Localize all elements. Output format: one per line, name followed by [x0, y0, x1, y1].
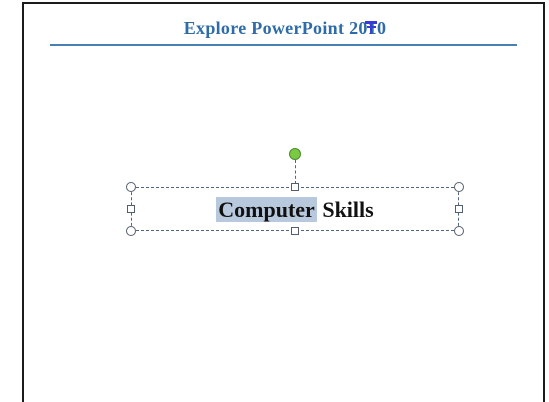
rotation-handle[interactable]: [289, 148, 301, 160]
text-insertion-cursor-icon: [365, 21, 377, 34]
rotation-handle-stem: [295, 160, 296, 184]
resize-handle-top-left[interactable]: [126, 182, 136, 192]
unselected-text[interactable]: Skills: [322, 197, 373, 222]
resize-handle-top-middle[interactable]: [291, 183, 299, 191]
resize-handle-bottom-left[interactable]: [126, 226, 136, 236]
resize-handle-middle-right[interactable]: [455, 205, 463, 213]
selected-text-highlight[interactable]: Computer: [216, 197, 317, 222]
resize-handle-bottom-middle[interactable]: [291, 227, 299, 235]
resize-handle-bottom-right[interactable]: [454, 226, 464, 236]
title-underline-rule: [50, 44, 517, 46]
resize-handle-middle-left[interactable]: [127, 205, 135, 213]
resize-handle-top-right[interactable]: [454, 182, 464, 192]
slide-canvas[interactable]: Explore PowerPoint 2010 Computer Skills: [0, 0, 549, 402]
slide-title[interactable]: Explore PowerPoint 2010: [50, 17, 520, 39]
text-box-content[interactable]: Computer Skills: [131, 196, 459, 224]
